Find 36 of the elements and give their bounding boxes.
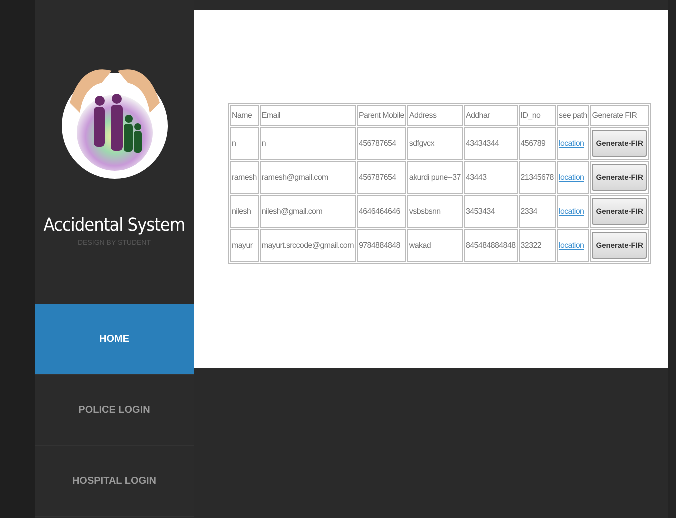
- column-header: Name: [230, 105, 259, 126]
- table-cell: wakad: [407, 229, 463, 262]
- table-cell: 21345678: [518, 161, 556, 194]
- table-cell: 845484884848: [464, 229, 518, 262]
- table-cell: 9784884848: [356, 229, 406, 262]
- table-cell: n: [260, 127, 356, 160]
- column-header: Generate FIR: [590, 105, 650, 126]
- column-header: Email: [260, 105, 356, 126]
- column-header: see path: [556, 105, 590, 126]
- app-title: Accidental System: [42, 215, 186, 236]
- nav-item[interactable]: HOSPITAL LOGIN: [35, 446, 194, 517]
- column-header: Addhar: [464, 105, 518, 126]
- table-cell: nilesh: [230, 195, 259, 228]
- table-cell: ramesh: [230, 161, 259, 194]
- table-cell: vsbsbsnn: [407, 195, 463, 228]
- nav-item[interactable]: HOME: [35, 304, 194, 375]
- table-cell: akurdi pune--37: [407, 161, 463, 194]
- table-cell: 456789: [518, 127, 556, 160]
- table-cell: 2334: [518, 195, 556, 228]
- table-cell: 4646464646: [356, 195, 406, 228]
- table-cell: nilesh@gmail.com: [260, 195, 356, 228]
- table-cell: ramesh@gmail.com: [260, 161, 356, 194]
- column-header: Parent Mobile: [356, 105, 406, 126]
- table-cell: 43434344: [464, 127, 518, 160]
- table-cell: 32322: [518, 229, 556, 262]
- table-cell: 3453434: [464, 195, 518, 228]
- table-cell: 456787654: [356, 127, 406, 160]
- table-cell: 43443: [464, 161, 518, 194]
- nav-item[interactable]: POLICE LOGIN: [35, 375, 194, 446]
- table-cell: mayurt.srccode@gmail.com: [260, 229, 356, 262]
- table-cell: n: [230, 127, 259, 160]
- table-cell: 456787654: [356, 161, 406, 194]
- column-header: Address: [407, 105, 463, 126]
- column-header: ID_no: [518, 105, 556, 126]
- table-cell: sdfgvcx: [407, 127, 463, 160]
- table-cell: mayur: [230, 229, 259, 262]
